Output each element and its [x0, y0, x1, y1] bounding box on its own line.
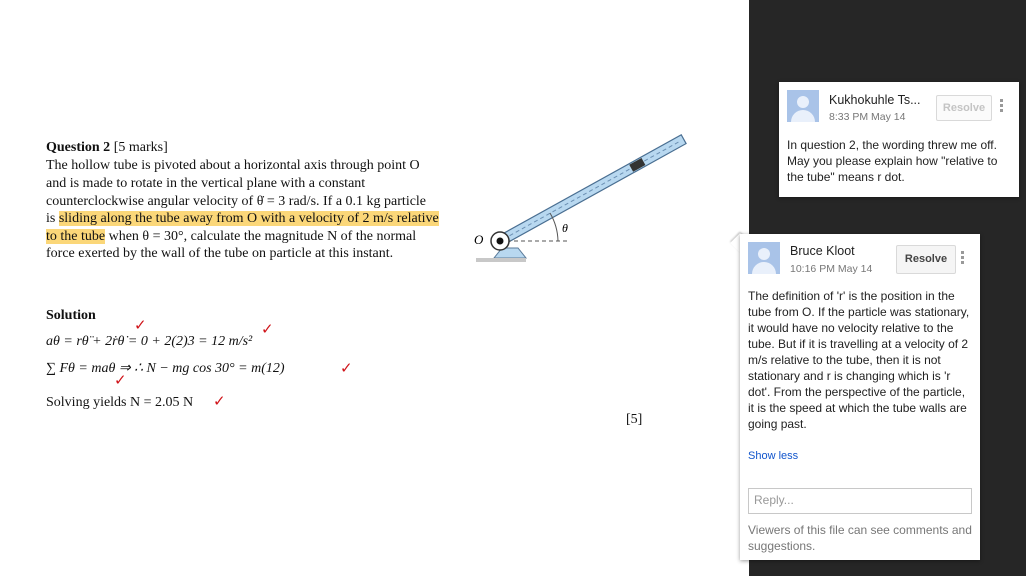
viewers-note: Viewers of this file can see comments an… — [748, 523, 972, 553]
check-icon: ✓ — [134, 316, 147, 334]
question-line: force exerted by the wall of the tube on… — [46, 246, 394, 261]
equation-2: ∑ Fθ = maθ ⇒ ∴ N − mg cos 30° = m(12) — [46, 361, 285, 376]
comment-author: Kukhokuhle Ts... — [829, 93, 921, 107]
check-icon: ✓ — [340, 359, 353, 377]
document-page: Question 2 [5 marks] The hollow tube is … — [0, 0, 749, 576]
avatar — [748, 242, 780, 274]
avatar — [787, 90, 819, 122]
resolve-button[interactable]: Resolve — [896, 245, 956, 274]
question-line: The hollow tube is pivoted about a horiz… — [46, 158, 420, 173]
comment-card[interactable]: Kukhokuhle Ts... 8:33 PM May 14 Resolve … — [779, 82, 1019, 197]
question-title: Question 2 [5 marks] — [46, 140, 168, 155]
comment-card[interactable]: Bruce Kloot 10:16 PM May 14 Resolve The … — [740, 234, 980, 560]
marks-total: [5] — [626, 412, 643, 427]
theta-label: θ — [562, 221, 568, 235]
comment-time: 8:33 PM May 14 — [829, 111, 906, 123]
more-options-icon[interactable] — [961, 251, 965, 266]
reply-input[interactable]: Reply... — [748, 488, 972, 514]
point-o-label: O — [474, 232, 484, 247]
question-line: and is made to rotate in the vertical pl… — [46, 176, 366, 191]
question-line: is sliding along the tube away from O wi… — [46, 211, 439, 226]
highlighted-text[interactable]: to the tube — [46, 229, 106, 244]
check-icon: ✓ — [213, 392, 226, 410]
question-line: to the tube when θ = 30°, calculate the … — [46, 229, 417, 244]
equation-1: aθ = rθ̈ + 2ṙθ̇ = 0 + 2(2)3 = 12 m/s² — [46, 334, 253, 349]
solution-heading: Solution — [46, 308, 96, 323]
comment-text: In question 2, the wording threw me off.… — [787, 138, 998, 184]
comment-time: 10:16 PM May 14 — [790, 263, 873, 275]
comment-text: The definition of 'r' is the position in… — [748, 289, 970, 431]
check-icon: ✓ — [261, 320, 274, 338]
equation-3: Solving yields N = 2.05 N — [46, 395, 194, 410]
resolve-button[interactable]: Resolve — [936, 95, 992, 121]
show-less-link[interactable]: Show less — [748, 450, 798, 462]
highlighted-text[interactable]: sliding along the tube away from O with … — [58, 211, 439, 226]
comment-author: Bruce Kloot — [790, 244, 855, 258]
question-line: counterclockwise angular velocity of θ̇ … — [46, 194, 427, 209]
check-icon: ✓ — [114, 371, 127, 389]
tube-diagram: O θ — [474, 134, 687, 262]
more-options-icon[interactable] — [1000, 99, 1004, 114]
